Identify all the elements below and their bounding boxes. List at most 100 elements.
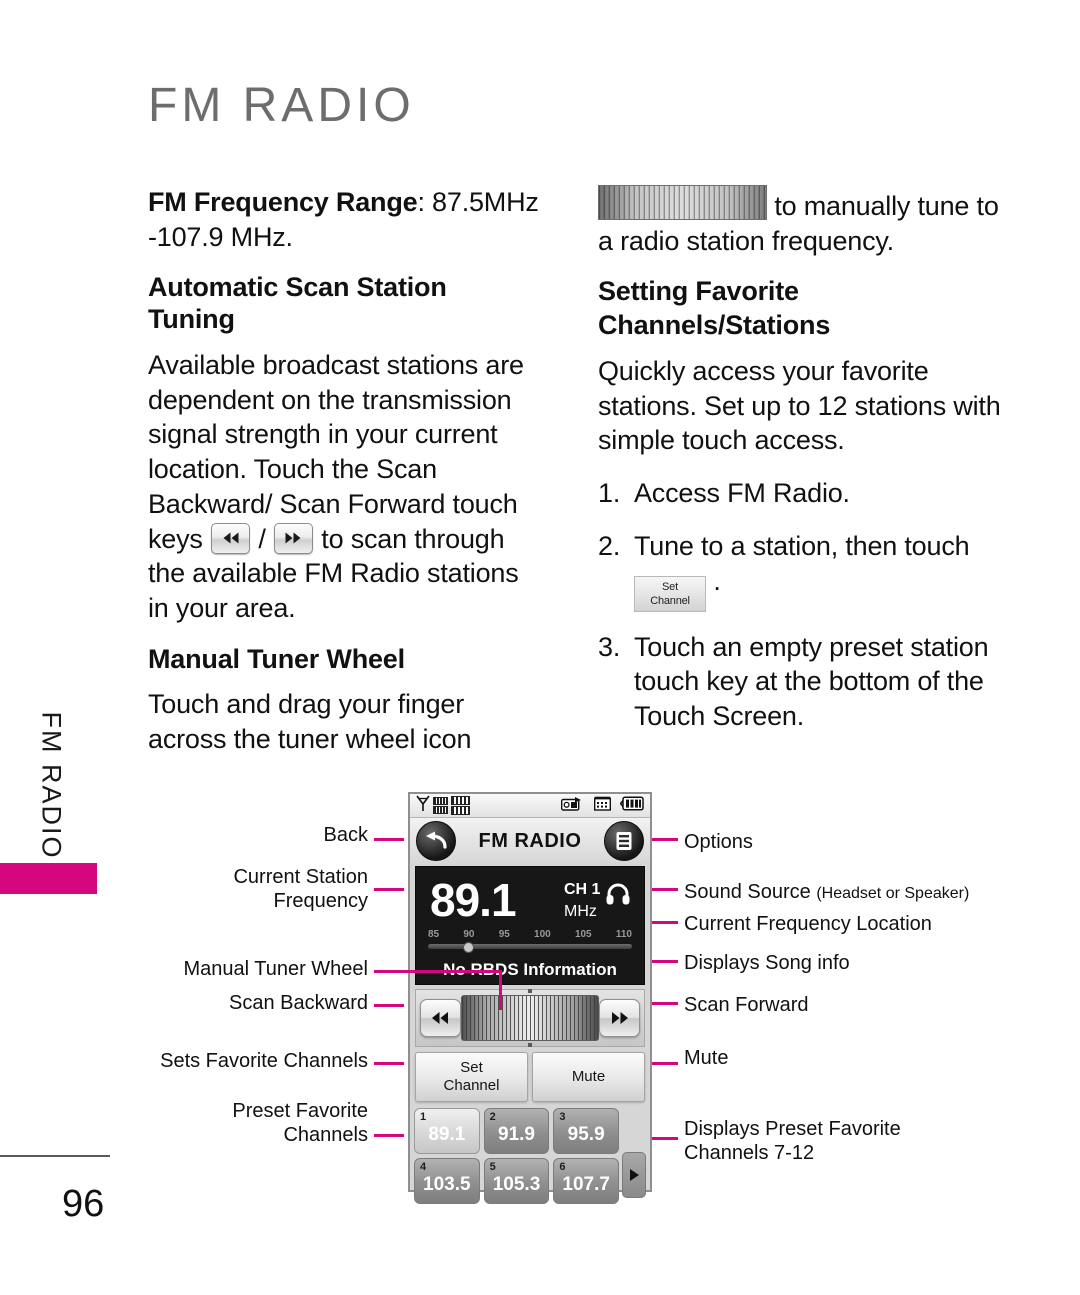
leader-line-current-station [374, 888, 404, 891]
set-channel-line1: Set [460, 1059, 483, 1077]
leader-line-options [652, 838, 678, 841]
next-presets-arrow-icon[interactable] [622, 1152, 646, 1198]
page-title: FM RADIO [148, 79, 415, 132]
auto-scan-text-part2: to scan through the available FM Radio s… [148, 523, 519, 623]
preset-favorites-area: 1 89.1 2 91.9 3 95.9 4 103.5 5 105.3 6 1… [414, 1108, 646, 1204]
preset-button-3[interactable]: 3 95.9 [553, 1108, 619, 1154]
preset-button-2[interactable]: 2 91.9 [483, 1108, 550, 1154]
scan-forward-icon[interactable] [273, 522, 313, 554]
leader-line-scan-forward [652, 1002, 678, 1005]
set-channel-line2: Channel [443, 1077, 500, 1094]
left-text-column: FM Frequency Range: 87.5MHz -107.9 MHz. … [148, 185, 540, 757]
scale-tick: 100 [534, 929, 551, 940]
callout-scan-forward: Scan Forward [684, 994, 809, 1016]
device-title: FM RADIO [478, 829, 582, 852]
preset-button-1[interactable]: 1 89.1 [414, 1108, 480, 1154]
callout-sets-favorite-channels: Sets Favorite Channels [160, 1050, 368, 1072]
unit-label: MHz [564, 903, 597, 920]
set-channel-inline-line1: Set [662, 580, 678, 593]
automatic-scan-paragraph: Available broadcast stations are depende… [148, 348, 540, 626]
back-arrow-icon[interactable] [416, 821, 456, 861]
leader-line-song-info [652, 960, 678, 963]
leader-line-current-frequency-location [652, 921, 678, 924]
preset-value: 103.5 [423, 1174, 471, 1195]
right-text-column: to manually tune to a radio station freq… [598, 185, 1010, 752]
scan-backward-button[interactable] [420, 999, 461, 1037]
frequency-range-paragraph: FM Frequency Range: 87.5MHz -107.9 MHz. [148, 185, 540, 254]
leader-line-scan-backward [374, 1004, 404, 1007]
callout-sound-source-sub: (Headset or Speaker) [816, 885, 970, 902]
preset-index: 2 [489, 1111, 496, 1123]
step-text-after: . [713, 565, 721, 596]
callout-current-station-frequency: Current Station Frequency [233, 866, 368, 912]
callout-mute: Mute [684, 1047, 729, 1069]
device-title-bar: FM RADIO [410, 818, 650, 864]
current-station-frequency: 89.1 [430, 874, 517, 926]
scale-tick: 90 [463, 929, 475, 940]
channel-label: CH 1 [564, 881, 601, 898]
callout-options: Options [684, 831, 753, 853]
callout-presets-line2: Channels 7-12 [684, 1141, 815, 1164]
callout-scan-backward: Scan Backward [229, 992, 368, 1014]
footer-divider [0, 1155, 110, 1157]
scan-backward-icon[interactable] [211, 522, 251, 554]
callout-song-info: Displays Song info [684, 952, 850, 974]
scan-forward-button[interactable] [599, 999, 640, 1037]
wheel-marker-top-icon [528, 989, 532, 993]
tuner-wheel-sentence: to manually tune to a radio station freq… [598, 185, 1010, 258]
step-number: 3. [598, 631, 621, 662]
step-text: Access FM Radio. [634, 478, 850, 509]
side-tab-accent-block [0, 863, 97, 894]
headset-icon[interactable] [606, 883, 630, 910]
preset-button-6[interactable]: 6 107.7 [553, 1158, 619, 1204]
heading-manual-tuner-wheel: Manual Tuner Wheel [148, 643, 405, 674]
preset-value: 107.7 [562, 1174, 610, 1195]
leader-line-sets-favorite [374, 1062, 404, 1065]
list-item: 2. Tune to a station, then touch Set Cha… [598, 529, 1010, 612]
preset-button-4[interactable]: 4 103.5 [414, 1158, 480, 1204]
tuner-wheel-inline-icon [598, 185, 767, 220]
tuner-row [415, 989, 645, 1047]
step-number: 2. [598, 530, 621, 561]
calendar-icon [593, 796, 612, 816]
signal-bars-icon [433, 797, 448, 814]
favorites-paragraph: Quickly access your favorite stations. S… [598, 356, 1001, 456]
step-text: Touch an empty preset station touch key … [634, 631, 989, 732]
preset-value: 91.9 [498, 1124, 535, 1145]
options-menu-icon[interactable] [604, 821, 644, 861]
scale-tick: 95 [498, 929, 510, 940]
auto-scan-separator: / [258, 523, 266, 554]
frequency-rail [428, 942, 632, 953]
preset-value: 105.3 [492, 1174, 541, 1195]
frequency-knob[interactable] [462, 942, 474, 953]
scale-tick: 110 [615, 929, 632, 940]
leader-line-mute [652, 1062, 678, 1065]
set-channel-inline-line2: Channel [650, 594, 690, 607]
callout-presets-7-12: Displays Preset Favorite Channels 7-12 [684, 1118, 901, 1165]
device-radio-display: 89.1 CH 1 MHz 85 90 95 100 105 110 No RB… [415, 866, 645, 985]
step-text: Tune to a station, then touch [634, 530, 970, 561]
device-action-row: Set Channel Mute [415, 1052, 645, 1102]
fm-radio-icon [560, 796, 585, 816]
preset-index: 6 [559, 1161, 566, 1173]
step-number: 1. [598, 478, 621, 509]
side-tab-label: FM RADIO [36, 711, 67, 860]
manual-tuner-wheel[interactable] [460, 995, 600, 1041]
callout-preset-favorite-channels: Preset Favorite Channels [232, 1100, 368, 1146]
preset-button-5[interactable]: 5 105.3 [483, 1158, 550, 1204]
callout-sound-source-main: Sound Source [684, 881, 811, 903]
heading-setting-favorite-line2: Channels/Stations [598, 310, 831, 341]
callout-manual-tuner-wheel: Manual Tuner Wheel [183, 958, 368, 980]
leader-line-manual-wheel-v [499, 970, 502, 1010]
wheel-marker-bottom-icon [528, 1043, 532, 1047]
set-channel-inline-button[interactable]: Set Channel [634, 575, 706, 612]
phone-screenshot-mock: FM RADIO 89.1 CH 1 MHz 85 90 95 100 105 … [408, 792, 652, 1204]
current-frequency-location-scale[interactable]: 85 90 95 100 105 110 [428, 929, 632, 963]
device-status-bar [410, 794, 650, 818]
set-channel-button[interactable]: Set Channel [415, 1052, 528, 1102]
antenna-icon [416, 795, 430, 817]
scale-tick: 105 [574, 929, 592, 940]
callout-presets-line1: Displays Preset Favorite [684, 1118, 901, 1140]
leader-line-sound-source [652, 888, 678, 891]
mute-button[interactable]: Mute [532, 1052, 645, 1102]
